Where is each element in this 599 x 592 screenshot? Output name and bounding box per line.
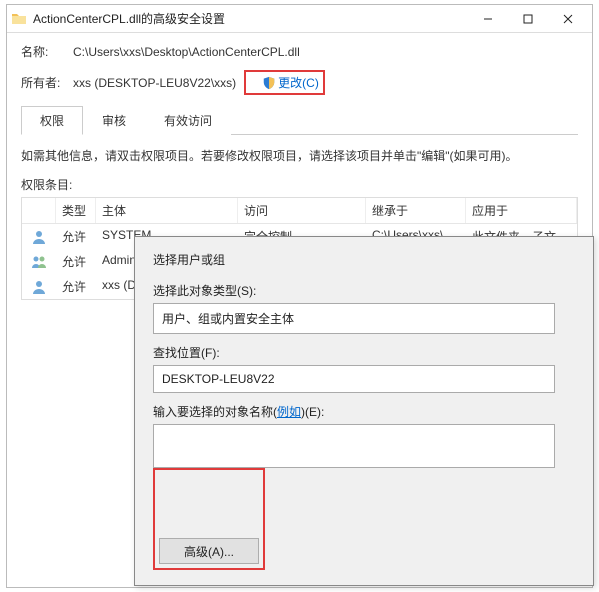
col-principal[interactable]: 主体 — [96, 198, 238, 223]
tabs: 权限 审核 有效访问 — [21, 105, 578, 135]
cell-type: 允许 — [56, 226, 96, 247]
advanced-button[interactable]: 高级(A)... — [159, 538, 259, 564]
name-label: 名称: — [21, 43, 73, 60]
folder-icon — [11, 11, 27, 27]
col-type[interactable]: 类型 — [56, 198, 96, 223]
name-row: 名称: C:\Users\xxs\Desktop\ActionCenterCPL… — [21, 43, 578, 60]
table-header: 类型 主体 访问 继承于 应用于 — [22, 198, 577, 224]
user-icon — [22, 251, 56, 272]
cell-type: 允许 — [56, 276, 96, 297]
window-title: ActionCenterCPL.dll的高级安全设置 — [33, 10, 468, 27]
object-name-input[interactable] — [153, 424, 555, 468]
owner-row: 所有者: xxs (DESKTOP-LEU8V22\xxs) 更改(C) — [21, 70, 578, 95]
help-text: 如需其他信息，请双击权限项目。若要修改权限项目，请选择该项目并单击"编辑"(如果… — [21, 147, 578, 164]
title-bar: ActionCenterCPL.dll的高级安全设置 — [7, 5, 592, 33]
owner-value: xxs (DESKTOP-LEU8V22\xxs) — [73, 76, 236, 90]
location-label: 查找位置(F): — [153, 344, 575, 361]
object-type-field[interactable]: 用户、组或内置安全主体 — [153, 303, 555, 334]
enter-name-label: 输入要选择的对象名称(例如)(E): — [153, 403, 575, 420]
change-owner-link[interactable]: 更改(C) — [278, 74, 319, 91]
user-icon — [22, 226, 56, 247]
shield-icon — [262, 76, 276, 90]
enter-label-suffix: )(E): — [301, 405, 324, 419]
object-type-label: 选择此对象类型(S): — [153, 282, 575, 299]
col-inherit[interactable]: 继承于 — [366, 198, 466, 223]
select-user-dialog: 选择用户或组 选择此对象类型(S): 用户、组或内置安全主体 查找位置(F): … — [134, 236, 594, 586]
col-applies[interactable]: 应用于 — [466, 198, 577, 223]
location-field[interactable]: DESKTOP-LEU8V22 — [153, 365, 555, 393]
tab-audit[interactable]: 审核 — [83, 106, 145, 135]
dialog-content: 选择用户或组 选择此对象类型(S): 用户、组或内置安全主体 查找位置(F): … — [135, 237, 593, 584]
minimize-button[interactable] — [468, 7, 508, 31]
close-button[interactable] — [548, 7, 588, 31]
dialog-title: 选择用户或组 — [153, 251, 575, 268]
window-controls — [468, 7, 588, 31]
entries-label: 权限条目: — [21, 176, 578, 193]
col-access[interactable]: 访问 — [238, 198, 366, 223]
example-link[interactable]: 例如 — [277, 405, 301, 419]
maximize-button[interactable] — [508, 7, 548, 31]
name-value: C:\Users\xxs\Desktop\ActionCenterCPL.dll — [73, 45, 300, 59]
advanced-highlight: 高级(A)... — [153, 468, 265, 570]
tab-permissions[interactable]: 权限 — [21, 106, 83, 135]
user-icon — [22, 276, 56, 297]
owner-label: 所有者: — [21, 74, 73, 91]
change-owner-highlight: 更改(C) — [244, 70, 325, 95]
tab-effective[interactable]: 有效访问 — [145, 106, 231, 135]
enter-label-prefix: 输入要选择的对象名称( — [153, 403, 277, 420]
col-icon[interactable] — [22, 198, 56, 223]
cell-type: 允许 — [56, 251, 96, 272]
